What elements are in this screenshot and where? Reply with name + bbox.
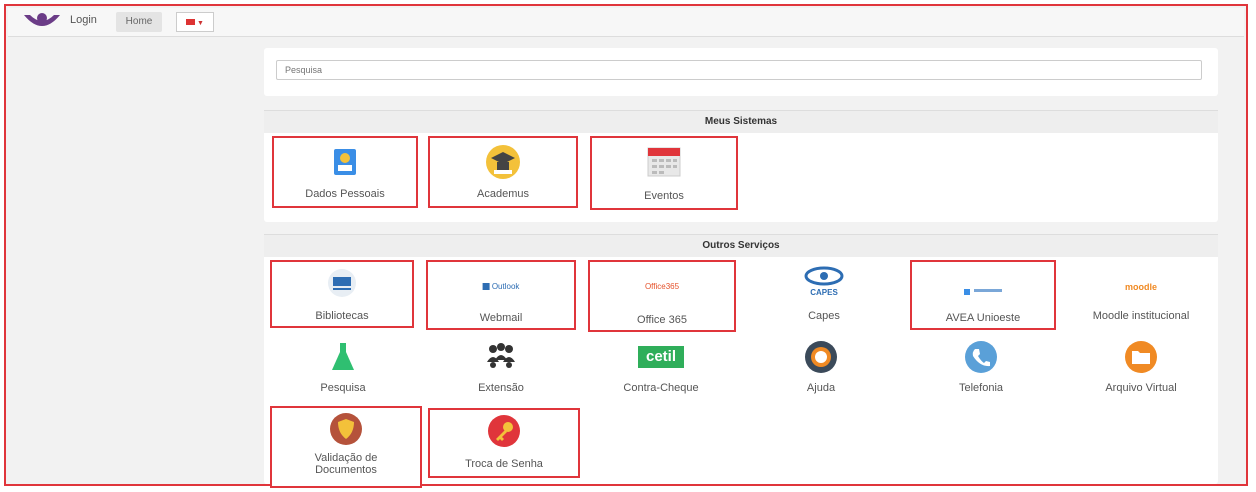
profile-card-icon (334, 149, 356, 175)
section-title: Meus Sistemas (264, 110, 1218, 133)
tile-label: Telefonia (958, 382, 1004, 394)
tile-label: Webmail (479, 312, 523, 324)
search-input[interactable] (276, 60, 1202, 80)
tile-academus[interactable]: Academus (428, 136, 578, 208)
tile-eventos[interactable]: Eventos (590, 136, 738, 210)
meus-sistemas-panel: Meus Sistemas Dados Pessoais Academus Ev… (264, 110, 1218, 222)
folder-icon (1125, 341, 1157, 373)
tile-label: Capes (808, 310, 840, 322)
moodle-logo-icon: moodle (1124, 282, 1158, 292)
tile-label: Contra-Cheque (623, 382, 699, 394)
tile-contra-cheque[interactable]: cetil Contra-Cheque (594, 338, 728, 400)
tile-label: Moodle institucional (1092, 310, 1190, 322)
tile-label: Validação de Documentos (314, 452, 378, 476)
tile-label: Academus (477, 188, 529, 200)
tile-label: Troca de Senha (465, 458, 543, 470)
chevron-down-icon: ▼ (197, 20, 204, 27)
svg-text:CAPES: CAPES (810, 288, 838, 297)
tile-extensao[interactable]: Extensão (434, 338, 568, 400)
tile-label: AVEA Unioeste (945, 312, 1021, 324)
tile-capes[interactable]: CAPES Capes (758, 264, 890, 328)
unioeste-logo-icon[interactable] (22, 11, 62, 33)
graduation-cap-icon (486, 145, 520, 179)
phone-icon (965, 341, 997, 373)
capes-logo-icon: CAPES (804, 266, 844, 297)
flask-icon (332, 343, 354, 370)
tile-webmail[interactable]: Outlook Webmail (426, 260, 576, 330)
key-icon (488, 415, 520, 447)
tile-dados-pessoais[interactable]: Dados Pessoais (272, 136, 418, 208)
tile-label: Office 365 (637, 314, 687, 326)
flag-icon (186, 19, 196, 26)
tile-label: Extensão (478, 382, 524, 394)
tile-troca-de-senha[interactable]: Troca de Senha (428, 408, 580, 478)
tile-label: Ajuda (806, 382, 836, 394)
tile-bibliotecas[interactable]: Bibliotecas (270, 260, 414, 328)
tile-arquivo-virtual[interactable]: Arquivo Virtual (1072, 338, 1210, 400)
office-logo-icon: Office365 (644, 282, 680, 291)
top-navbar: Login Home ▼ (8, 8, 1244, 37)
tile-label: Pesquisa (320, 382, 366, 394)
tile-avea-unioeste[interactable]: AVEA Unioeste (910, 260, 1056, 330)
tile-label: Arquivo Virtual (1105, 382, 1177, 394)
shield-icon (330, 413, 362, 445)
lifebuoy-icon (805, 341, 837, 373)
library-logo-icon (328, 269, 356, 297)
app-frame: Login Home ▼ Meus Sistemas Dados Pessoai… (4, 4, 1248, 488)
login-link[interactable]: Login (70, 14, 97, 26)
tile-office-365[interactable]: Office365 Office 365 (588, 260, 736, 332)
avea-logo-icon (963, 282, 1003, 295)
tile-pesquisa[interactable]: Pesquisa (276, 338, 410, 400)
tile-ajuda[interactable]: Ajuda (754, 338, 888, 400)
calendar-icon (647, 147, 681, 177)
home-tab[interactable]: Home (116, 12, 162, 32)
cetil-logo-icon: cetil (638, 346, 684, 368)
search-panel (264, 48, 1218, 96)
tile-label: Dados Pessoais (305, 188, 385, 200)
language-dropdown[interactable]: ▼ (176, 12, 214, 32)
outros-servicos-panel: Outros Serviços Bibliotecas Outlook Webm… (264, 234, 1218, 488)
tile-moodle[interactable]: moodle Moodle institucional (1072, 264, 1210, 328)
section-title: Outros Serviços (264, 234, 1218, 257)
tile-validacao-documentos[interactable]: Validação de Documentos (270, 406, 422, 488)
people-group-icon (487, 343, 515, 368)
tile-label: Eventos (644, 190, 684, 202)
tile-telefonia[interactable]: Telefonia (914, 338, 1048, 400)
tile-label: Bibliotecas (315, 310, 369, 322)
outlook-logo-icon: Outlook (482, 282, 519, 291)
